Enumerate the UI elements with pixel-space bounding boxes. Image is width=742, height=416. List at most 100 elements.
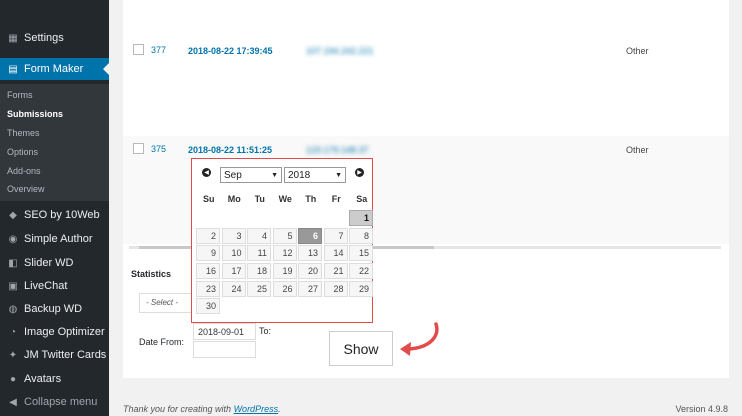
calendar-day[interactable]: 2	[196, 227, 220, 244]
submenu-forms[interactable]: Forms	[7, 90, 33, 100]
menu-image-optimizer[interactable]: ◔ Image Optimizer	[0, 321, 109, 343]
chat-icon: ▣	[8, 280, 18, 292]
month-select[interactable]: Sep ▼	[220, 167, 282, 183]
calendar-empty-cell	[247, 210, 271, 226]
menu-avatars[interactable]: ● Avatars	[0, 368, 109, 390]
calendar-empty-cell	[324, 298, 348, 314]
row-checkbox[interactable]	[133, 44, 144, 55]
date-from-label: Date From:	[139, 337, 185, 347]
show-button[interactable]: Show	[329, 331, 393, 366]
calendar-day[interactable]: 11	[247, 245, 271, 262]
calendar-day[interactable]: 4	[247, 227, 271, 244]
calendar-empty-cell	[222, 210, 246, 226]
active-indicator	[103, 63, 109, 75]
caret-down-icon: ▼	[271, 171, 278, 179]
weekday-label: Fr	[331, 194, 341, 204]
row-id-link[interactable]: 377	[151, 45, 166, 55]
menu-jm-twitter-cards[interactable]: ✦ JM Twitter Cards	[0, 344, 109, 366]
pointer-arrow-icon	[400, 322, 439, 356]
footer-thanks: Thank you for creating with WordPress.	[123, 404, 281, 414]
statistics-select[interactable]: - Select -	[139, 293, 199, 313]
calendar-day[interactable]: 5	[272, 227, 297, 244]
calendar-day[interactable]: 17	[221, 263, 246, 280]
row-date-link[interactable]: 2018-08-22 17:39:45	[188, 46, 273, 56]
calendar-week: 30	[196, 298, 375, 316]
calendar-day[interactable]: 28	[323, 280, 348, 297]
calendar-day[interactable]: 6	[298, 227, 322, 244]
calendar-day[interactable]: 9	[196, 245, 220, 262]
to-label: To:	[259, 326, 272, 336]
submenu-overview[interactable]: Overview	[7, 184, 45, 194]
wordpress-link[interactable]: WordPress	[234, 404, 279, 414]
weekday-label: Th	[305, 194, 317, 204]
calendar-week: 9 10 11 12 13 14 15	[196, 245, 375, 263]
menu-label: Avatars	[24, 373, 62, 385]
calendar-day[interactable]: 14	[323, 245, 348, 262]
date-to-input[interactable]	[193, 341, 256, 358]
calendar-empty-cell	[298, 210, 322, 226]
calendar-day[interactable]: 1	[349, 210, 373, 226]
calendar-empty-cell	[222, 298, 246, 314]
calendar-day[interactable]: 15	[349, 245, 373, 262]
submenu-addons[interactable]: Add-ons	[7, 166, 41, 176]
menu-seo[interactable]: ◆ SEO by 10Web	[0, 204, 109, 226]
menu-livechat[interactable]: ▣ LiveChat	[0, 275, 109, 297]
date-from-input[interactable]: 2018-09-01	[193, 323, 256, 340]
next-month-icon[interactable]: ▶	[355, 168, 364, 177]
menu-backup-wd[interactable]: ◍ Backup WD	[0, 298, 109, 320]
calendar-day[interactable]: 30	[196, 298, 220, 315]
row-id-link[interactable]: 375	[151, 144, 166, 154]
calendar-day[interactable]: 13	[298, 245, 322, 262]
backup-icon: ◍	[8, 303, 18, 315]
weekday-label: We	[278, 194, 292, 204]
calendar-day[interactable]: 22	[349, 263, 373, 280]
menu-label: SEO by 10Web	[24, 209, 100, 221]
image-icon: ◔	[9, 326, 17, 338]
row-country: Other	[626, 145, 649, 155]
menu-label: Settings	[24, 32, 64, 44]
menu-collapse[interactable]: ◀ Collapse menu	[0, 391, 109, 413]
row-date-link[interactable]: 2018-08-22 11:51:25	[188, 145, 272, 155]
calendar-day[interactable]: 25	[247, 280, 271, 297]
weekday-label: Su	[202, 194, 215, 204]
calendar-day[interactable]: 24	[221, 280, 246, 297]
admin-sidebar: ▦ Settings ▤ Form Maker Forms Submission…	[0, 0, 109, 416]
calendar-day[interactable]: 16	[196, 263, 220, 280]
menu-form-maker[interactable]: ▤ Form Maker	[0, 58, 109, 80]
calendar-empty-cell	[349, 298, 373, 314]
calendar-day[interactable]: 10	[221, 245, 246, 262]
calendar-empty-cell	[247, 298, 271, 314]
menu-label: Collapse menu	[24, 396, 98, 408]
prev-month-icon[interactable]: ◀	[202, 168, 211, 177]
calendar-week: 2345678	[196, 227, 375, 246]
calendar-day[interactable]: 8	[349, 227, 373, 244]
calendar-week: 1	[196, 210, 375, 228]
year-select[interactable]: 2018 ▼	[284, 167, 346, 183]
calendar-day[interactable]: 19	[272, 263, 297, 280]
calendar-day[interactable]: 18	[247, 263, 271, 280]
calendar-day[interactable]: 27	[298, 280, 322, 297]
row-checkbox[interactable]	[133, 143, 144, 154]
calendar-day[interactable]: 23	[196, 280, 220, 297]
calendar-grid: 1 2 3 4 5 6 7 8 9 10 11 12 13 14 15 16 17 18 19 20 21 22 23 24 2…	[196, 210, 375, 316]
menu-label: Image Optimizer	[24, 326, 105, 338]
calendar-week: 16 17 18 19 20 21 22	[196, 263, 375, 281]
menu-settings[interactable]: ▦ Settings	[0, 27, 109, 49]
menu-simple-author[interactable]: ◉ Simple Author	[0, 228, 109, 250]
calendar-day[interactable]: 7	[323, 227, 348, 244]
calendar-day[interactable]: 29	[349, 280, 373, 297]
calendar-day[interactable]: 12	[272, 245, 297, 262]
submenu-options[interactable]: Options	[7, 147, 38, 157]
calendar-day[interactable]: 21	[323, 263, 348, 280]
row-ip: 123.179.148.37	[306, 145, 369, 155]
calendar-day[interactable]: 20	[298, 263, 322, 280]
submenu-themes[interactable]: Themes	[7, 128, 40, 138]
submenu-submissions[interactable]: Submissions	[7, 109, 63, 119]
calendar-day[interactable]: 26	[272, 280, 297, 297]
footer-version: Version 4.9.8	[675, 404, 728, 414]
collapse-icon: ◀	[9, 396, 17, 408]
menu-label: Simple Author	[24, 233, 93, 245]
calendar-day[interactable]: 3	[221, 227, 246, 244]
menu-slider-wd[interactable]: ◧ Slider WD	[0, 252, 109, 274]
table-top-area	[123, 0, 729, 36]
